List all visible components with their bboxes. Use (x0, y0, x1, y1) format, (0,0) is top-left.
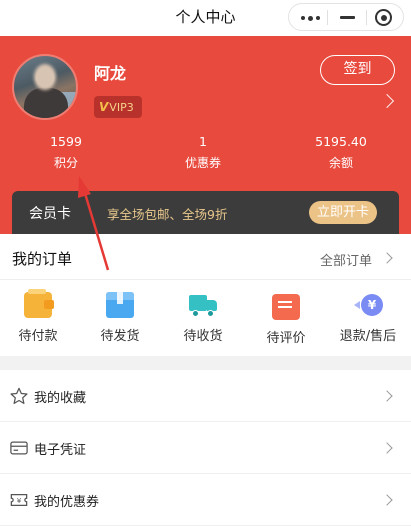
menu-item-label: 我的收藏 (34, 391, 87, 406)
order-status-label: 待收货 (183, 329, 223, 344)
capsule-divider (327, 10, 328, 25)
card-icon (10, 441, 28, 455)
order-status-refund[interactable]: ¥ 退款/售后 (327, 292, 409, 344)
orders-title: 我的订单 (12, 250, 73, 268)
refund-icon: ¥ (354, 292, 383, 318)
username: 阿龙 (94, 64, 127, 83)
orders-section: 我的订单 全部订单 待付款 待发货 待收货 待评价 ¥ 退款/售后 (0, 234, 411, 356)
stat-label: 优惠券 (184, 156, 221, 170)
member-card-banner[interactable]: 会员卡 享全场包邮、全场9折 立即开卡 (12, 191, 399, 234)
stat-value: 5195.40 (315, 134, 367, 149)
order-status-label: 退款/售后 (339, 329, 397, 344)
coupon-icon: ¥ (10, 493, 28, 507)
stat-balance[interactable]: 5195.40 余额 (286, 134, 396, 171)
order-status-pending-payment[interactable]: 待付款 (0, 289, 79, 344)
minimize-icon[interactable] (340, 16, 355, 19)
member-card-desc: 享全场包邮、全场9折 (107, 207, 228, 222)
order-status-label: 待评价 (266, 331, 306, 346)
vip-level: VIP3 (109, 101, 134, 114)
menu-item-my-coupons[interactable]: ¥ 我的优惠券 (0, 474, 411, 526)
chevron-right-icon (381, 442, 393, 454)
comment-icon (272, 294, 300, 320)
open-card-button[interactable]: 立即开卡 (309, 201, 377, 224)
order-status-label: 待发货 (100, 329, 140, 344)
stat-label: 余额 (328, 156, 353, 170)
stats-row: 1599 积分 1 优惠券 5195.40 余额 (0, 134, 411, 174)
profile-header: 阿龙 VVIP3 签到 1599 积分 1 优惠券 5195.40 余额 会员卡… (0, 36, 411, 234)
vip-badge: VVIP3 (94, 96, 142, 118)
menu-item-e-voucher[interactable]: 电子凭证 (0, 422, 411, 474)
close-icon[interactable] (375, 9, 392, 26)
avatar[interactable] (12, 54, 78, 120)
order-status-pending-receipt[interactable]: 待收货 (162, 292, 244, 344)
checkin-button[interactable]: 签到 (320, 55, 395, 85)
capsule-divider (366, 10, 367, 25)
stat-label: 积分 (53, 156, 78, 170)
stat-coupons[interactable]: 1 优惠券 (148, 134, 258, 171)
star-icon (10, 387, 28, 405)
orders-header: 我的订单 全部订单 (0, 234, 411, 280)
menu-item-favorites[interactable]: 我的收藏 (0, 370, 411, 422)
order-status-pending-shipment[interactable]: 待发货 (79, 292, 161, 344)
order-status-label: 待付款 (18, 329, 58, 344)
order-status-pending-review[interactable]: 待评价 (245, 292, 327, 346)
truck-icon (189, 292, 217, 318)
member-card-title: 会员卡 (29, 206, 71, 222)
yen-icon: ¥ (361, 294, 383, 316)
stat-value: 1 (199, 134, 207, 149)
more-icon[interactable] (301, 15, 320, 21)
all-orders-link[interactable]: 全部订单 (320, 250, 372, 269)
svg-text:¥: ¥ (17, 496, 22, 505)
chevron-right-icon[interactable] (379, 93, 395, 109)
chevron-right-icon[interactable] (381, 252, 393, 264)
vip-icon: V (99, 100, 109, 114)
chevron-right-icon (381, 494, 393, 506)
stat-points[interactable]: 1599 积分 (11, 134, 121, 171)
chevron-right-icon (381, 390, 393, 402)
mini-program-capsule (288, 3, 404, 31)
order-status-row: 待付款 待发货 待收货 待评价 ¥ 退款/售后 (0, 289, 411, 352)
top-nav-bar: 个人中心 (0, 0, 411, 36)
box-icon (106, 292, 134, 318)
menu-item-label: 电子凭证 (34, 443, 87, 458)
stat-value: 1599 (50, 134, 82, 149)
menu-list: 我的收藏 电子凭证 ¥ 我的优惠券 (0, 370, 411, 531)
wallet-icon (24, 289, 54, 318)
menu-item-label: 我的优惠券 (34, 495, 100, 510)
